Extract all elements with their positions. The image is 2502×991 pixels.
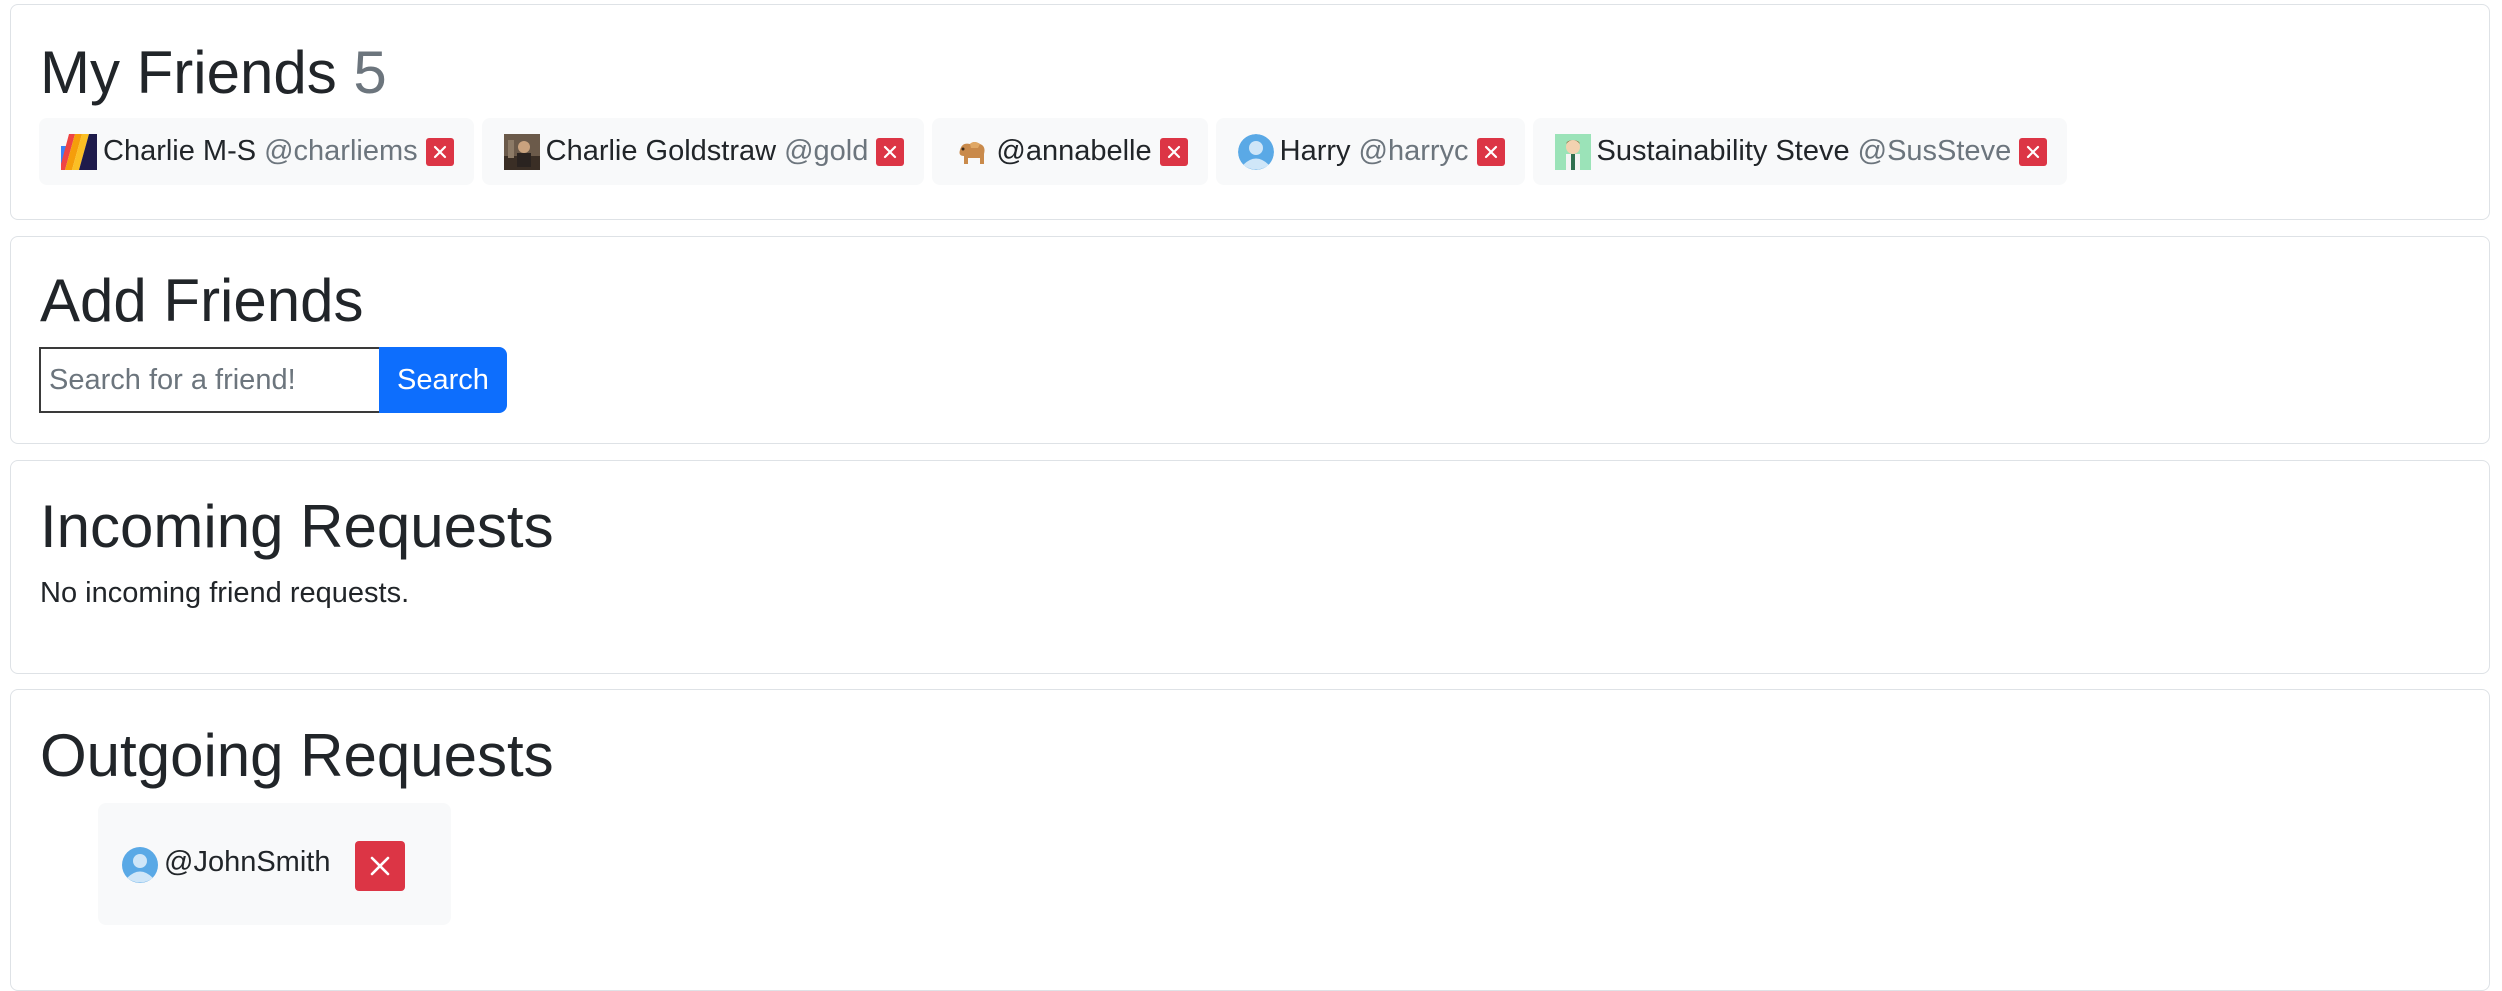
close-icon — [1167, 145, 1180, 158]
close-icon — [370, 856, 390, 876]
close-icon — [884, 145, 897, 158]
incoming-requests-title: Incoming Requests — [40, 493, 554, 560]
rainbow-stripes-avatar-icon — [61, 133, 97, 170]
friends-list: Charlie M-S @charliems Charlie Goldstraw… — [39, 118, 2068, 185]
friend-chip: Harry @harryc — [1215, 118, 1525, 185]
photo-avatar-icon — [503, 133, 540, 170]
default-person-avatar-icon — [1237, 133, 1274, 170]
close-icon — [433, 145, 446, 158]
camel-avatar-icon — [959, 141, 985, 164]
default-person-avatar-icon — [122, 847, 158, 883]
friend-handle: @harryc — [1358, 135, 1469, 167]
friend-name: Charlie M-S — [103, 135, 257, 167]
remove-friend-button[interactable] — [1159, 137, 1188, 166]
my-friends-heading: My Friends 5 — [40, 43, 387, 103]
outgoing-request-item: @JohnSmith — [98, 803, 451, 925]
incoming-empty-text: No incoming friend requests. — [40, 577, 410, 609]
search-input[interactable] — [39, 347, 379, 413]
add-friends-title: Add Friends — [40, 267, 364, 334]
friend-handle: @charliems — [264, 135, 418, 167]
cancel-request-button[interactable] — [355, 841, 405, 891]
cartoon-avatar-icon — [1554, 133, 1591, 170]
close-icon — [1484, 145, 1497, 158]
outgoing-requests-title: Outgoing Requests — [40, 722, 554, 789]
remove-friend-button[interactable] — [425, 137, 454, 166]
friend-name: Charlie Goldstraw — [545, 135, 777, 167]
add-friends-card: Add Friends Search — [10, 236, 2490, 444]
search-group: Search — [39, 347, 507, 413]
friend-chip: Sustainability Steve @SusSteve — [1532, 118, 2068, 185]
friend-chip: @annabelle — [932, 118, 1208, 185]
close-icon — [2027, 145, 2040, 158]
friend-chip: Charlie M-S @charliems — [39, 118, 474, 185]
my-friends-title: My Friends — [40, 39, 337, 106]
incoming-requests-card: Incoming Requests No incoming friend req… — [10, 460, 2490, 674]
remove-friend-button[interactable] — [1476, 137, 1505, 166]
friend-handle: @annabelle — [996, 135, 1152, 167]
outgoing-requests-card: Outgoing Requests @JohnSmith — [10, 689, 2490, 991]
outgoing-handle: @JohnSmith — [164, 846, 331, 878]
friend-name: Sustainability Steve — [1596, 135, 1850, 167]
friend-handle: @SusSteve — [1857, 135, 2012, 167]
friend-chip: Charlie Goldstraw @gold — [481, 118, 925, 185]
friend-name: Harry — [1279, 135, 1351, 167]
remove-friend-button[interactable] — [2019, 137, 2048, 166]
friend-count: 5 — [353, 39, 387, 106]
friend-handle: @gold — [784, 135, 869, 167]
my-friends-card: My Friends 5 Charlie M-S @charliems Char… — [10, 4, 2490, 220]
remove-friend-button[interactable] — [876, 137, 905, 166]
search-button[interactable]: Search — [379, 347, 507, 413]
